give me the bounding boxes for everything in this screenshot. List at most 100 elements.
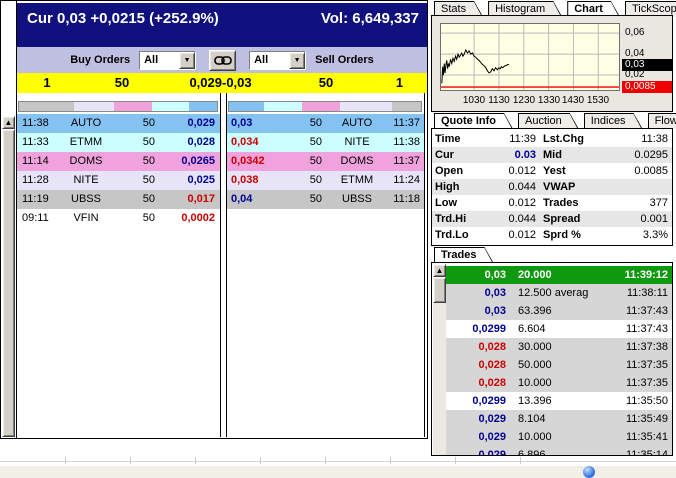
tab-flow[interactable]: Flow bbox=[648, 113, 676, 129]
trade-price: 0,03 bbox=[484, 269, 506, 281]
market-maker: ETMM bbox=[340, 174, 374, 186]
trade-row[interactable]: 0,0299 6.604 11:37:43 bbox=[446, 320, 672, 338]
trade-time: 11:35:14 bbox=[625, 449, 668, 456]
sell-filter-value: All bbox=[254, 53, 269, 66]
sell-order-row[interactable]: 0,038 50 ETMM 11:24 bbox=[227, 171, 424, 190]
depth-segment-gray bbox=[19, 102, 75, 111]
scroll-up-icon[interactable]: ▲ bbox=[433, 264, 446, 277]
trade-time: 11:35:49 bbox=[625, 413, 668, 425]
book-scrollbar[interactable]: ▲ bbox=[2, 116, 15, 437]
x-axis-label-1030: 1030 bbox=[462, 95, 486, 106]
trade-price: 0,028 bbox=[478, 359, 506, 371]
trade-row[interactable]: 0,0299 13.396 11:35:50 bbox=[446, 392, 672, 410]
sell-orders-table: 0,03 50 AUTO 11:37 0,034 50 NITE 11:38 0,0342 50 D… bbox=[227, 114, 424, 209]
order-size: 50 bbox=[309, 117, 322, 129]
quote-label: Cur bbox=[435, 149, 454, 161]
taskbar-separator bbox=[390, 457, 391, 464]
quote-label: Mid bbox=[543, 149, 562, 161]
quote-label: Trd.Lo bbox=[435, 229, 469, 241]
link-markets-button[interactable] bbox=[209, 49, 237, 71]
depth-segment-blue bbox=[189, 102, 217, 111]
trade-time: 11:37:35 bbox=[625, 359, 668, 371]
taskbar-separator bbox=[520, 457, 521, 464]
sell-order-row[interactable]: 0,04 50 UBSS 11:18 bbox=[227, 190, 424, 209]
order-size: 50 bbox=[309, 174, 322, 186]
trade-quantity: 8.104 bbox=[518, 413, 546, 425]
quote-value bbox=[598, 179, 672, 195]
trades-scrollbar[interactable]: ▲ bbox=[433, 264, 446, 455]
tab-label: TickScope bbox=[631, 3, 676, 15]
tab-quote-info[interactable]: Quote Info bbox=[434, 113, 513, 129]
trade-row[interactable]: 0,03 12.500 averag 11:38:11 bbox=[446, 284, 672, 302]
trade-time: 11:35:41 bbox=[625, 431, 668, 443]
trade-quantity: 10.000 bbox=[518, 377, 552, 389]
trade-row[interactable]: 0,029 6.896 11:35:14 bbox=[446, 446, 672, 456]
tab-indices[interactable]: Indices bbox=[584, 113, 643, 129]
trade-time: 11:35:50 bbox=[625, 395, 668, 407]
taskbar[interactable] bbox=[0, 465, 676, 478]
trade-quantity: 30.000 bbox=[518, 341, 552, 353]
order-time: 11:14 bbox=[22, 155, 49, 167]
buy-order-row[interactable]: 09:11 VFIN 50 0,0002 bbox=[17, 209, 220, 228]
quote-value: 0.044 bbox=[508, 181, 536, 193]
order-time: 09:11 bbox=[22, 212, 49, 224]
quote-label: Trades bbox=[543, 197, 579, 209]
quote-label: Sprd % bbox=[543, 229, 581, 241]
buy-orders-table: 11:38 AUTO 50 0,029 11:33 ETMM 50 0,028 11:14 DOM… bbox=[17, 114, 220, 228]
quote-value: 0.0295 bbox=[634, 149, 668, 161]
trades-scrollbar-thumb[interactable] bbox=[433, 277, 446, 303]
chevron-down-icon[interactable]: ▼ bbox=[179, 51, 196, 69]
trade-row[interactable]: 0,029 8.104 11:35:49 bbox=[446, 410, 672, 428]
trades-table: 0,03 20.000 11:39:12 0,03 12.500 averag 11:38… bbox=[446, 266, 672, 456]
tab-label: Stats bbox=[441, 3, 467, 15]
sell-filter-select[interactable]: All ▼ bbox=[249, 50, 307, 70]
volume-text: Vol: 6,649,337 bbox=[320, 10, 419, 27]
scroll-up-icon[interactable]: ▲ bbox=[2, 116, 15, 129]
tab-auction[interactable]: Auction bbox=[518, 113, 579, 129]
trades-tabbar: Trades bbox=[434, 247, 493, 263]
trade-row[interactable]: 0,03 63.396 11:37:43 bbox=[446, 302, 672, 320]
tab-face: Trades bbox=[435, 248, 492, 263]
trade-row[interactable]: 0,028 30.000 11:37:38 bbox=[446, 338, 672, 356]
best-bid-ask-row: 1 50 0,029 -0,03 50 1 bbox=[17, 73, 427, 93]
trade-row[interactable]: 0,029 10.000 11:35:41 bbox=[446, 428, 672, 446]
book-scrollbar-thumb[interactable] bbox=[2, 129, 15, 437]
order-size: 50 bbox=[142, 117, 155, 129]
best-sell-count: 1 bbox=[395, 75, 404, 90]
sell-order-row[interactable]: 0,0342 50 DOMS 11:37 bbox=[227, 152, 424, 171]
buy-order-row[interactable]: 11:19 UBSS 50 0,017 bbox=[17, 190, 220, 209]
buy-order-row[interactable]: 11:33 ETMM 50 0,028 bbox=[17, 133, 220, 152]
taskbar-app-icon[interactable] bbox=[583, 466, 595, 478]
market-maker: NITE bbox=[73, 174, 99, 186]
x-axis-label-1130: 1130 bbox=[488, 95, 510, 106]
trade-price: 0,029 bbox=[478, 413, 506, 425]
trade-row[interactable]: 0,03 20.000 11:39:12 bbox=[446, 266, 672, 284]
quote-value: 0.001 bbox=[640, 213, 668, 225]
trade-time: 11:37:38 bbox=[625, 341, 668, 353]
quote-info-table: Time 11:39 Lst.Chg 11:38 Cur 0.03 Mid 0.0295 Ope… bbox=[432, 129, 672, 243]
quote-value: 11:39 bbox=[509, 133, 536, 145]
trade-row[interactable]: 0,028 10.000 11:37:35 bbox=[446, 374, 672, 392]
buy-order-row[interactable]: 11:14 DOMS 50 0,0265 bbox=[17, 152, 220, 171]
trade-quantity: 6.896 bbox=[518, 449, 546, 456]
chevron-down-icon[interactable]: ▼ bbox=[289, 51, 306, 69]
order-time: 11:33 bbox=[22, 136, 49, 148]
buy-order-row[interactable]: 11:38 AUTO 50 0,029 bbox=[17, 114, 220, 133]
order-time: 11:19 bbox=[22, 193, 49, 205]
quote-row: High 0.044 VWAP bbox=[432, 179, 672, 195]
buy-filter-select[interactable]: All ▼ bbox=[139, 50, 197, 70]
quote-row: Low 0.012 Trades 377 bbox=[432, 195, 672, 211]
sell-order-row[interactable]: 0,03 50 AUTO 11:37 bbox=[227, 114, 424, 133]
buy-order-row[interactable]: 11:28 NITE 50 0,025 bbox=[17, 171, 220, 190]
trade-price: 0,0299 bbox=[472, 323, 506, 335]
tab-face: Flow bbox=[649, 114, 676, 129]
trade-quantity: 13.396 bbox=[518, 395, 552, 407]
price-header: Cur 0,03 +0,0215 (+252.9%) Vol: 6,649,33… bbox=[17, 3, 427, 47]
best-sell-size: 50 bbox=[318, 75, 334, 90]
tab-trades[interactable]: Trades bbox=[434, 247, 493, 263]
taskbar-separator bbox=[325, 457, 326, 464]
taskbar-separator bbox=[260, 457, 261, 464]
trade-row[interactable]: 0,028 50.000 11:37:35 bbox=[446, 356, 672, 374]
chain-link-icon bbox=[213, 55, 232, 65]
sell-order-row[interactable]: 0,034 50 NITE 11:38 bbox=[227, 133, 424, 152]
